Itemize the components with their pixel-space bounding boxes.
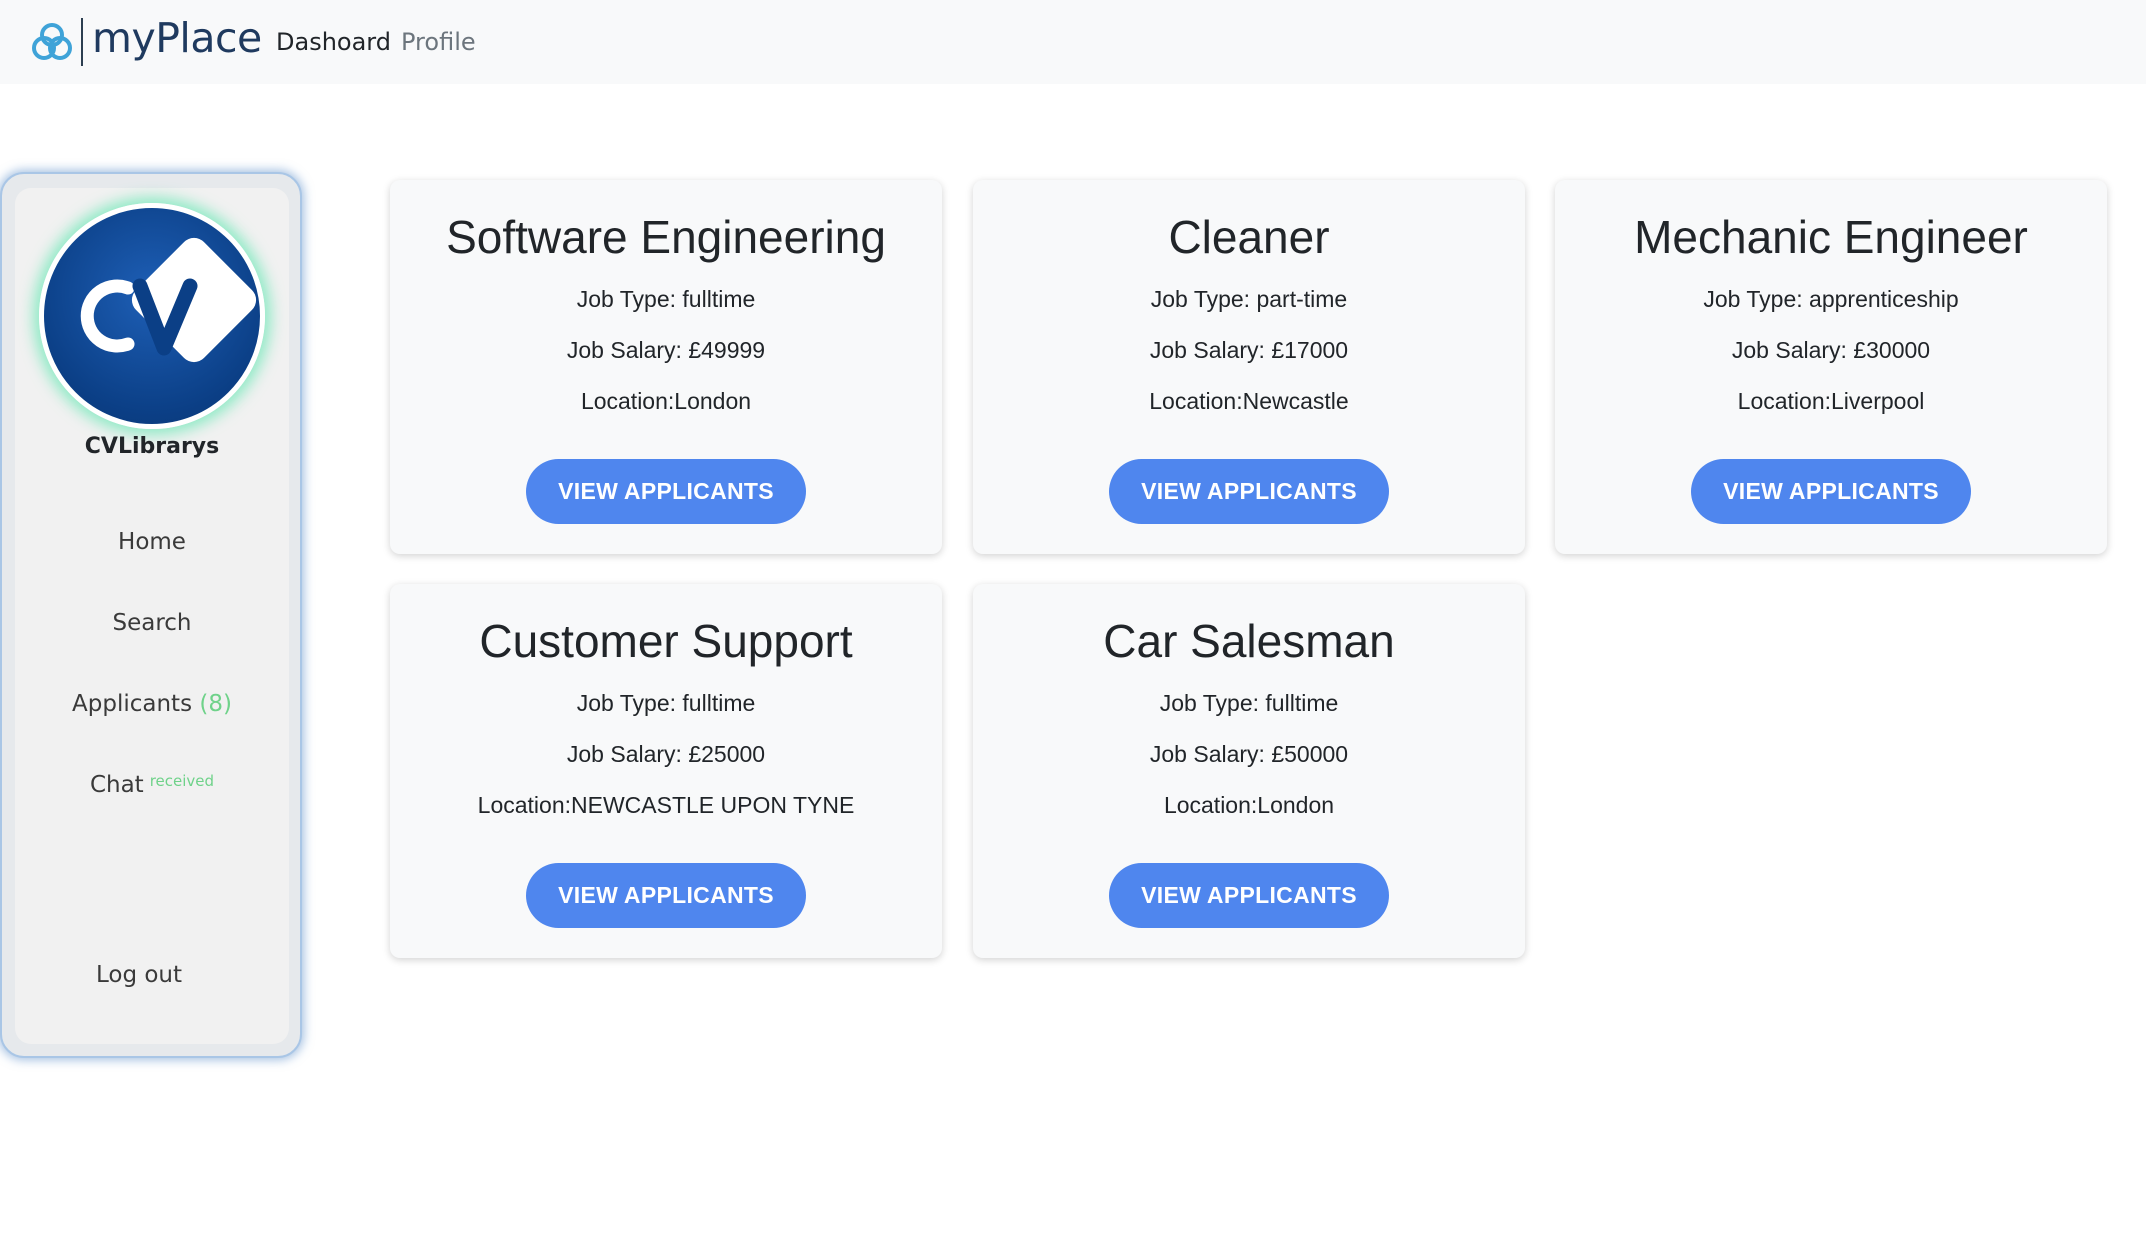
job-salary: Job Salary: £25000 [566,741,766,767]
job-type: Job Type: fulltime [1159,690,1339,716]
chat-status-badge: received [149,772,215,790]
job-card: Mechanic Engineer Job Type: apprenticesh… [1555,180,2107,554]
job-title: Customer Support [479,615,853,667]
job-salary: Job Salary: £50000 [1149,741,1349,767]
sidebar-item-label: Applicants [72,691,193,717]
company-avatar [39,203,265,429]
job-location: Location:London [1163,792,1335,818]
job-title: Software Engineering [446,211,886,263]
view-applicants-button[interactable]: VIEW APPLICANTS [1691,459,1971,524]
sidebar-item-applicants[interactable]: Applicants (8) [15,691,289,717]
sidebar-item-home[interactable]: Home [15,529,289,555]
sidebar-item-search[interactable]: Search [15,610,289,636]
brand-name[interactable]: myPlace [92,14,262,62]
job-card: Software Engineering Job Type: fulltime … [390,180,942,554]
job-location: Location:London [580,388,752,414]
logout-button[interactable]: Log out [2,962,276,988]
sidebar-panel: CVLibrarys Home Search Applicants (8) Ch… [15,188,289,1044]
job-title: Cleaner [1168,211,1330,263]
job-location: Location:Newcastle [1149,388,1349,414]
triquetra-logo-icon[interactable] [30,20,74,64]
job-location: Location:NEWCASTLE UPON TYNE [477,792,855,818]
view-applicants-button[interactable]: VIEW APPLICANTS [526,863,806,928]
job-type: Job Type: fulltime [576,286,756,312]
job-salary: Job Salary: £17000 [1149,337,1349,363]
nav-dashboard[interactable]: Dashoard [276,28,391,56]
sidebar-item-label: Chat [89,772,144,798]
job-salary: Job Salary: £49999 [566,337,766,363]
view-applicants-button[interactable]: VIEW APPLICANTS [1109,863,1389,928]
company-name: CVLibrarys [84,434,220,459]
job-type: Job Type: apprenticeship [1703,286,1959,312]
cv-logo-icon [80,237,257,363]
job-card: Car Salesman Job Type: fulltime Job Sala… [973,584,1525,958]
job-title: Mechanic Engineer [1634,211,2028,263]
sidebar-item-chat[interactable]: Chat received [15,772,289,798]
job-card: Customer Support Job Type: fulltime Job … [390,584,942,958]
applicants-count-badge: (8) [199,691,232,717]
job-type: Job Type: part-time [1150,286,1348,312]
sidebar: CVLibrarys Home Search Applicants (8) Ch… [0,172,302,1058]
logo-divider [81,18,83,66]
job-title: Car Salesman [1103,615,1395,667]
top-navbar: myPlace Dashoard Profile [0,0,2146,84]
job-card: Cleaner Job Type: part-time Job Salary: … [973,180,1525,554]
view-applicants-button[interactable]: VIEW APPLICANTS [526,459,806,524]
nav-profile[interactable]: Profile [401,28,476,56]
view-applicants-button[interactable]: VIEW APPLICANTS [1109,459,1389,524]
job-type: Job Type: fulltime [576,690,756,716]
job-location: Location:Liverpool [1737,388,1925,414]
job-salary: Job Salary: £30000 [1731,337,1931,363]
